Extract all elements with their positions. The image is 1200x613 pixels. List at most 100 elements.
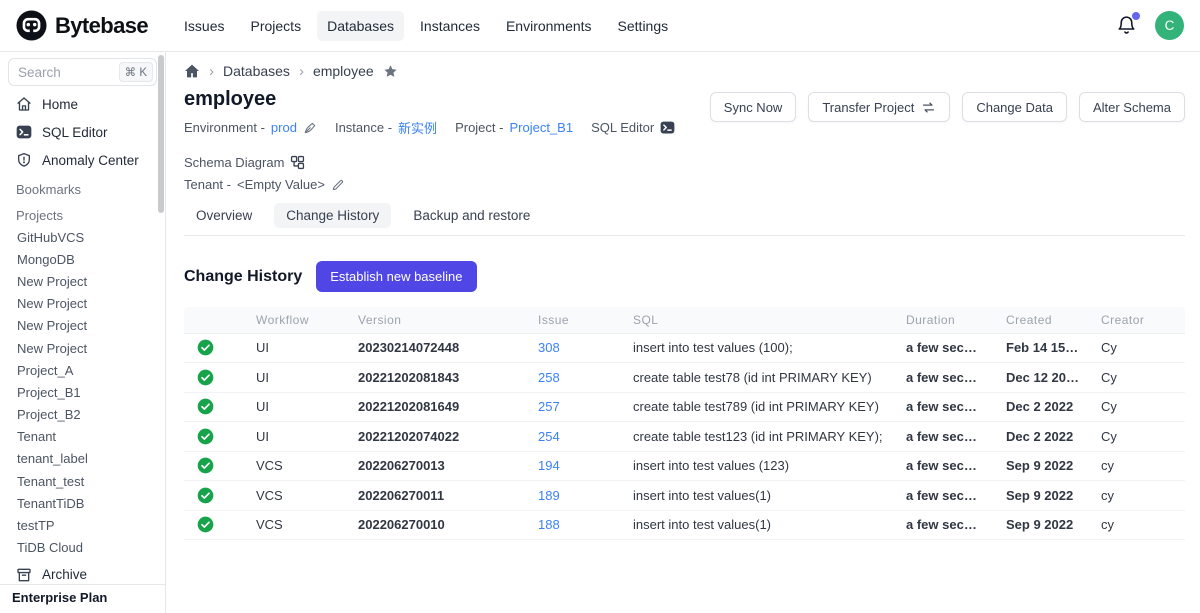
table-row[interactable]: VCS202206270013 194 insert into test value… bbox=[184, 451, 1185, 481]
sidebar-item-home[interactable]: Home bbox=[0, 90, 165, 118]
tab-backup-and-restore[interactable]: Backup and restore bbox=[401, 203, 542, 228]
table-row[interactable]: UI20230214072448308insert into test valu… bbox=[184, 333, 1185, 363]
sql-editor-label: SQL Editor bbox=[591, 120, 654, 135]
table-row[interactable]: UI20221202081649257create table test789 … bbox=[184, 392, 1185, 422]
workflow-cell: VCS bbox=[240, 451, 342, 481]
project-list: GitHubVCSMongoDBNew ProjectNew ProjectNe… bbox=[0, 226, 165, 559]
breadcrumb-employee: employee bbox=[313, 63, 374, 79]
sync-now-button[interactable]: Sync Now bbox=[710, 92, 797, 122]
status-cell bbox=[184, 392, 240, 422]
home-icon bbox=[16, 96, 32, 112]
col-header-status bbox=[184, 307, 240, 333]
schema-diagram-shortcut[interactable]: Schema Diagram bbox=[184, 155, 305, 170]
table-row[interactable]: VCS202206270010188insert into test value… bbox=[184, 510, 1185, 540]
sidebar-project-project-a[interactable]: Project_A bbox=[0, 359, 165, 381]
nav-item-instances[interactable]: Instances bbox=[410, 11, 490, 41]
sidebar-project-project-b2[interactable]: Project_B2 bbox=[0, 404, 165, 426]
sidebar-menu: Home SQL EditorAnomaly Center bbox=[0, 90, 165, 174]
instance-link[interactable]: 新实例 bbox=[398, 118, 437, 137]
table-body: UI20230214072448308insert into test valu… bbox=[184, 333, 1185, 540]
sidebar-project-githubvcs[interactable]: GitHubVCS bbox=[0, 226, 165, 248]
version-cell: 202206270011 bbox=[342, 481, 522, 511]
col-header-issue: Issue bbox=[522, 307, 617, 333]
sidebar-project-new-project[interactable]: New Project bbox=[0, 337, 165, 359]
alter-schema-button[interactable]: Alter Schema bbox=[1079, 92, 1185, 122]
sql-cell: create table test123 (id int PRIMARY KEY… bbox=[617, 422, 890, 452]
sidebar-project-tenant[interactable]: Tenant bbox=[0, 426, 165, 448]
sidebar-project-tenanttidb[interactable]: TenantTiDB bbox=[0, 492, 165, 514]
issue-link[interactable]: 188 bbox=[538, 517, 560, 532]
version-cell: 20221202074022 bbox=[342, 422, 522, 452]
sidebar-project-tenant-label[interactable]: tenant_label bbox=[0, 448, 165, 470]
success-check-icon bbox=[197, 516, 214, 533]
project-link[interactable]: Project_B1 bbox=[509, 120, 573, 135]
issue-link[interactable]: 308 bbox=[538, 340, 560, 355]
breadcrumb: › Databases › employee bbox=[184, 63, 1185, 79]
notifications-button[interactable] bbox=[1116, 15, 1137, 36]
sidebar-item-archive[interactable]: Archive bbox=[0, 566, 165, 584]
transfer-project-button[interactable]: Transfer Project bbox=[808, 92, 950, 122]
sidebar-project-tidb-cloud[interactable]: TiDB Cloud bbox=[0, 537, 165, 559]
pen-nib-icon bbox=[303, 121, 317, 135]
button-label: Alter Schema bbox=[1093, 100, 1171, 115]
bytebase-logo[interactable]: Bytebase bbox=[16, 10, 148, 41]
sidebar-item-sql-editor[interactable]: SQL Editor bbox=[0, 118, 165, 146]
table-row[interactable]: UI20221202081843258create table test78 (… bbox=[184, 363, 1185, 393]
nav-item-databases[interactable]: Databases bbox=[317, 11, 404, 41]
main-content: › Databases › employee employee Environm… bbox=[166, 52, 1200, 613]
sidebar-project-mongodb[interactable]: MongoDB bbox=[0, 248, 165, 270]
sql-cell: insert into test values (123) bbox=[617, 451, 890, 481]
tenant-meta: Tenant - <Empty Value> bbox=[184, 177, 345, 192]
nav-item-environments[interactable]: Environments bbox=[496, 11, 602, 41]
sidebar-scrollbar[interactable] bbox=[158, 55, 164, 213]
tab-change-history[interactable]: Change History bbox=[274, 203, 391, 228]
sidebar-scroll-area: HomeSQL EditorAnomaly Center Bookmarks P… bbox=[0, 90, 165, 584]
issue-link[interactable]: 254 bbox=[538, 429, 560, 444]
archive-icon bbox=[16, 567, 32, 583]
table-row[interactable]: UI20221202074022 254 create table test123 … bbox=[184, 422, 1185, 452]
issue-cell: 257 bbox=[522, 392, 617, 422]
meta-line-1: Environment - prod Instance - 新实例 Projec… bbox=[184, 118, 710, 170]
workflow-cell: UI bbox=[240, 422, 342, 452]
app-root: Bytebase IssuesProjectsDatabasesInstance… bbox=[0, 0, 1200, 613]
issue-link[interactable]: 189 bbox=[538, 488, 560, 503]
duration-cell: a few seconds bbox=[890, 363, 990, 393]
duration-cell: a few seconds bbox=[890, 392, 990, 422]
sidebar-project-project-b1[interactable]: Project_B1 bbox=[0, 381, 165, 403]
duration-cell: a few seconds bbox=[890, 510, 990, 540]
nav-item-projects[interactable]: Projects bbox=[241, 11, 312, 41]
sidebar-project-new-project[interactable]: New Project bbox=[0, 293, 165, 315]
avatar[interactable]: C bbox=[1155, 11, 1184, 40]
sidebar-project-testtp[interactable]: testTP bbox=[0, 514, 165, 536]
table-row[interactable]: VCS202206270011189insert into test value… bbox=[184, 481, 1185, 511]
version-cell: 202206270013 bbox=[342, 451, 522, 481]
sidebar-item-anomaly-center[interactable]: Anomaly Center bbox=[0, 146, 165, 174]
search-shortcut-badge: ⌘ K bbox=[119, 62, 153, 82]
tab-bar: Overview Change History Backup and restore bbox=[184, 203, 1185, 236]
sidebar-item-label: Home bbox=[42, 97, 78, 112]
change-data-button[interactable]: Change Data bbox=[962, 92, 1067, 122]
pencil-edit-icon[interactable] bbox=[331, 178, 345, 192]
breadcrumb-databases[interactable]: Databases bbox=[223, 63, 290, 79]
creator-cell: cy bbox=[1085, 451, 1185, 481]
issue-link[interactable]: 257 bbox=[538, 399, 560, 414]
schema-diagram-label: Schema Diagram bbox=[184, 155, 284, 170]
tab-overview[interactable]: Overview bbox=[184, 203, 264, 228]
nav-item-issues[interactable]: Issues bbox=[174, 11, 234, 41]
star-icon[interactable] bbox=[383, 64, 398, 79]
meta-line-2: Tenant - <Empty Value> bbox=[184, 177, 710, 192]
search-box: ⌘ K bbox=[8, 58, 157, 86]
sidebar-project-new-project[interactable]: New Project bbox=[0, 315, 165, 337]
sql-editor-shortcut[interactable]: SQL Editor bbox=[591, 120, 675, 135]
nav-item-settings[interactable]: Settings bbox=[608, 11, 679, 41]
environment-link[interactable]: prod bbox=[271, 120, 297, 135]
issue-link[interactable]: 258 bbox=[538, 370, 560, 385]
project-meta: Project - Project_B1 bbox=[455, 120, 573, 135]
sidebar-project-tenant-test[interactable]: Tenant_test bbox=[0, 470, 165, 492]
sidebar-project-new-project[interactable]: New Project bbox=[0, 270, 165, 292]
establish-baseline-button[interactable]: Establish new baseline bbox=[316, 261, 476, 292]
sql-cell: insert into test values(1) bbox=[617, 510, 890, 540]
home-filled-icon[interactable] bbox=[184, 63, 200, 79]
success-check-icon bbox=[197, 339, 214, 356]
issue-link[interactable]: 194 bbox=[538, 458, 560, 473]
